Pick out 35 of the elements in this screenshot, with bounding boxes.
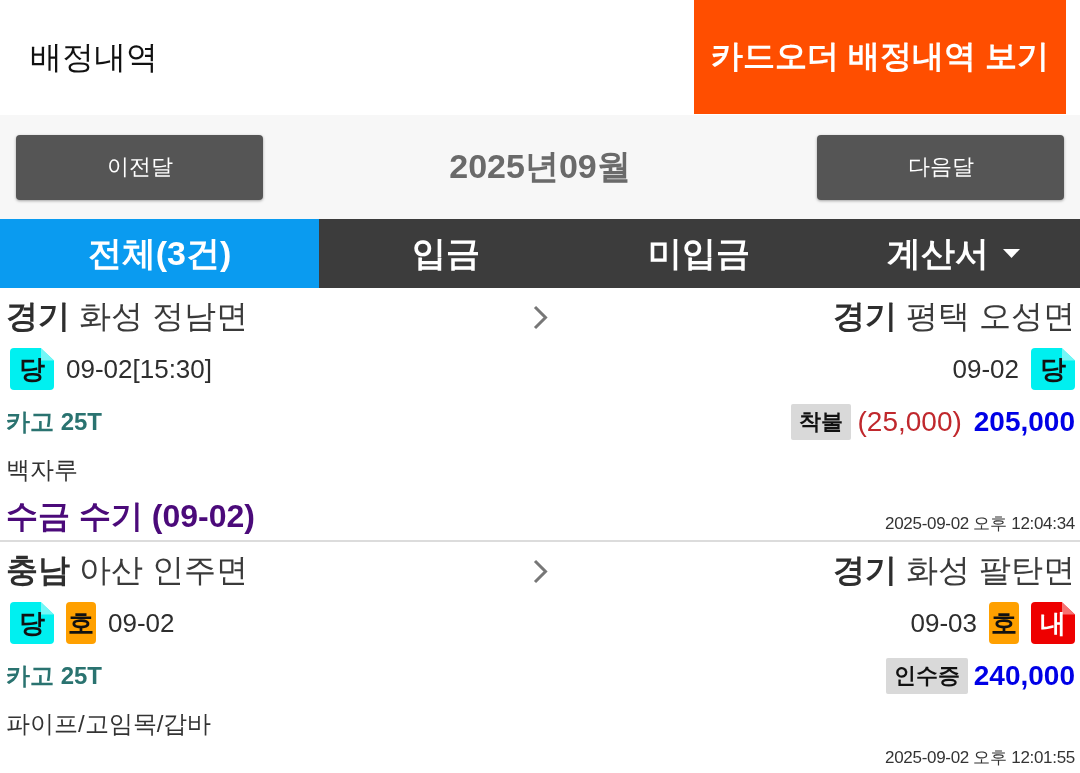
cargo-text: 파이프/고임목/갑바 <box>6 709 212 739</box>
filter-tab[interactable]: 미입금 <box>572 219 827 288</box>
status-badge: 당 <box>10 602 54 644</box>
status-badge: 호 <box>66 602 96 644</box>
filter-tab[interactable]: 계산서 <box>826 219 1080 288</box>
pickup-date: 09-02[15:30] <box>66 353 212 385</box>
month-title: 2025년09월 <box>449 146 631 187</box>
status-badge: 당 <box>10 348 54 390</box>
page-title: 배정내역 <box>29 37 158 77</box>
timestamp: 2025-09-02 오후 12:04:34 <box>885 513 1075 535</box>
destination-text: 경기 평택 오성면 <box>833 297 1075 336</box>
destination-text: 경기 화성 팔탄면 <box>833 551 1075 590</box>
vehicle-text: 카고 25T <box>6 661 103 691</box>
fare-amount: 240,000 <box>973 660 1075 692</box>
cargo-text: 백자루 <box>6 455 78 485</box>
pickup-date: 09-02 <box>108 607 175 639</box>
status-badge: 당 <box>1031 348 1075 390</box>
dropoff-date: 09-03 <box>910 607 977 639</box>
status-badge: 내 <box>1031 602 1075 644</box>
deduction-amount: (25,000) <box>857 406 962 438</box>
prev-month-button[interactable]: 이전달 <box>16 134 263 200</box>
next-month-button[interactable]: 다음달 <box>817 134 1064 200</box>
filter-tab[interactable]: 입금 <box>319 219 573 288</box>
origin-text: 경기 화성 정남면 <box>6 297 249 336</box>
payment-type-tag: 착불 <box>791 404 852 440</box>
chevron-right-icon <box>533 558 548 584</box>
vehicle-text: 카고 25T <box>6 407 103 437</box>
payment-type-tag: 인수증 <box>885 658 968 694</box>
dropoff-date: 09-02 <box>952 353 1019 385</box>
status-badge: 호 <box>989 602 1019 644</box>
origin-text: 충남 아산 인주면 <box>6 551 249 590</box>
timestamp: 2025-09-02 오후 12:01:55 <box>885 747 1075 769</box>
collection-note: 수금 수기 (09-02) <box>6 497 255 536</box>
chevron-right-icon <box>533 304 548 330</box>
fare-amount: 205,000 <box>973 406 1075 438</box>
